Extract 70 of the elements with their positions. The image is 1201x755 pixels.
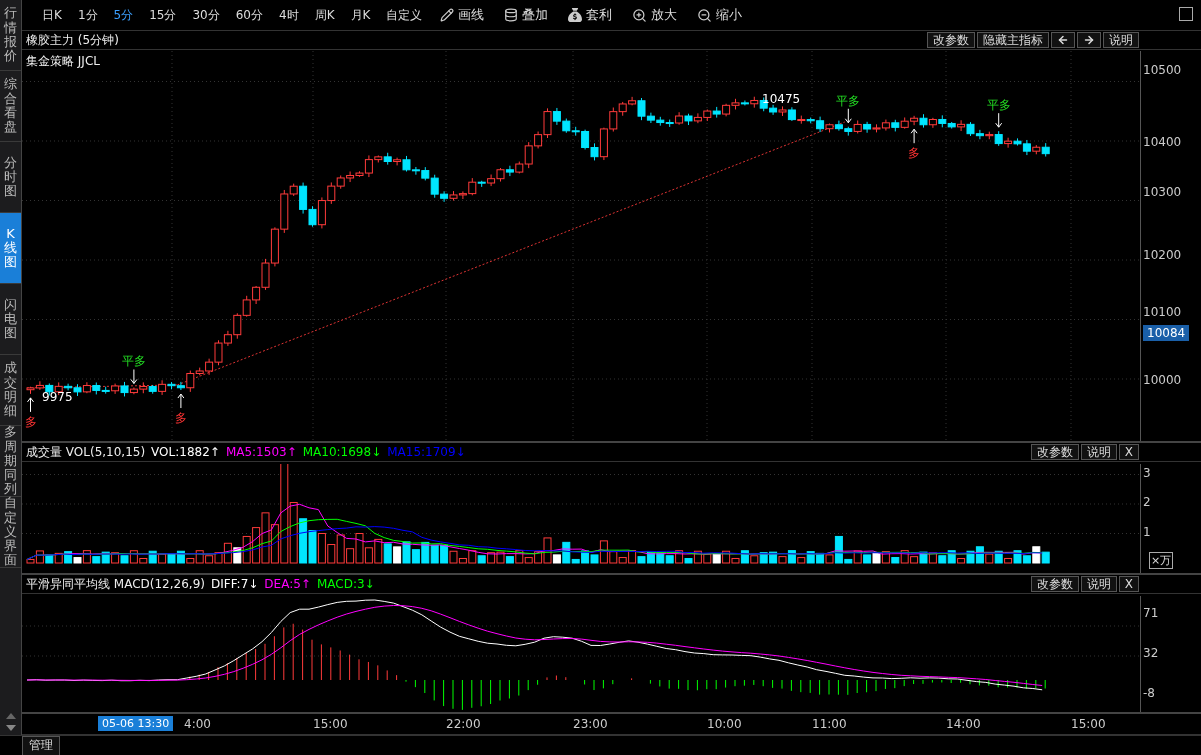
indicator-name: 集金策略 JJCL	[26, 52, 100, 70]
time-label: 14:00	[946, 717, 981, 731]
signal-label: 多	[174, 410, 187, 425]
axis-label: 10200	[1143, 247, 1182, 262]
indicator-name: 成交量 VOL(5,10,15)	[26, 443, 146, 461]
indicator-value: MACD:3↓	[316, 577, 375, 591]
header-button[interactable]: 说明	[1103, 32, 1139, 48]
time-label: 15:00	[313, 717, 348, 731]
period-tab[interactable]: 5分	[105, 6, 142, 24]
axis-label: 71	[1143, 605, 1159, 620]
toolbar-button[interactable]: 缩小	[687, 6, 753, 24]
toolbar-button[interactable]: 画线	[430, 6, 495, 24]
time-label: 10:00	[707, 717, 742, 731]
price-label: 10475	[762, 91, 801, 106]
header-button[interactable]: 改参数	[1030, 444, 1079, 460]
signal-label: 多	[24, 414, 37, 429]
signal-label: 平多	[836, 93, 861, 108]
header-button[interactable]: 改参数	[1030, 576, 1079, 592]
axis-label: 32	[1143, 645, 1159, 660]
price-label: 9975	[42, 389, 73, 404]
period-tab[interactable]: 15分	[141, 6, 185, 24]
header-button[interactable]: X	[1118, 576, 1139, 592]
axis-label: 10100	[1143, 304, 1182, 319]
indicator-value: DEA:5↑	[264, 577, 311, 591]
axis-label: 10400	[1143, 134, 1182, 149]
time-label: 11:00	[812, 717, 847, 731]
period-tab[interactable]: 4时	[271, 6, 307, 24]
indicator-value: MA5:1503↑	[225, 445, 297, 459]
toolbar-button[interactable]: 套利	[558, 6, 623, 24]
period-tab[interactable]: 日K	[34, 6, 70, 24]
unit-label: ×万	[1149, 551, 1174, 569]
toolbar-button[interactable]: 叠加	[494, 6, 559, 24]
time-label: 15:00	[1071, 717, 1106, 731]
axis-label: 10500	[1143, 62, 1182, 77]
period-tab[interactable]: 月K	[342, 6, 379, 24]
axis-label: 1	[1143, 524, 1151, 539]
chart-title: 橡胶主力 (5分钟)	[26, 31, 119, 49]
indicator-value: VOL:1882↑	[151, 445, 220, 459]
header-button[interactable]: 说明	[1080, 444, 1117, 460]
toolbar-button[interactable]: 放大	[622, 6, 688, 24]
cursor-time-label: 05-06 13:30	[98, 716, 174, 731]
sidebar-tab[interactable]: K线图	[0, 213, 21, 284]
axis-label: 10000	[1143, 372, 1182, 387]
period-tab[interactable]: 30分	[184, 6, 228, 24]
sidebar-tab[interactable]: 多周期同列	[0, 426, 21, 497]
signal-label: 多	[908, 145, 921, 160]
time-label: 23:00	[573, 717, 608, 731]
header-button[interactable]: 改参数	[927, 32, 975, 48]
indicator-value: MA10:1698↓	[302, 445, 382, 459]
signal-label: 平多	[986, 97, 1011, 112]
axis-label: 3	[1143, 465, 1151, 480]
indicator-value: MA15:1709↓	[387, 445, 466, 459]
period-tab[interactable]: 1分	[69, 6, 106, 24]
axis-label: 2	[1143, 495, 1151, 509]
axis-label: -8	[1143, 685, 1155, 700]
period-tab[interactable]: 周K	[306, 6, 343, 24]
indicator-value: DIFF:7↓	[210, 577, 259, 591]
header-button[interactable]: 隐藏主指标	[977, 32, 1049, 48]
bottom-tab[interactable]: 管理	[22, 735, 60, 755]
period-tab[interactable]: 自定义	[378, 6, 431, 24]
signal-label: 平多	[121, 354, 146, 368]
time-label: 22:00	[446, 717, 481, 731]
sidebar-tab[interactable]: 自定义界面	[0, 497, 21, 568]
time-label: 4:00	[184, 717, 211, 731]
header-button[interactable]: X	[1118, 444, 1139, 460]
period-tab[interactable]: 60分	[227, 6, 271, 24]
header-button[interactable]: 说明	[1080, 576, 1117, 592]
indicator-name: 平滑异同平均线 MACD(12,26,9)	[26, 575, 205, 593]
price-tag: 10084	[1143, 324, 1190, 341]
axis-label: 10300	[1143, 184, 1182, 199]
